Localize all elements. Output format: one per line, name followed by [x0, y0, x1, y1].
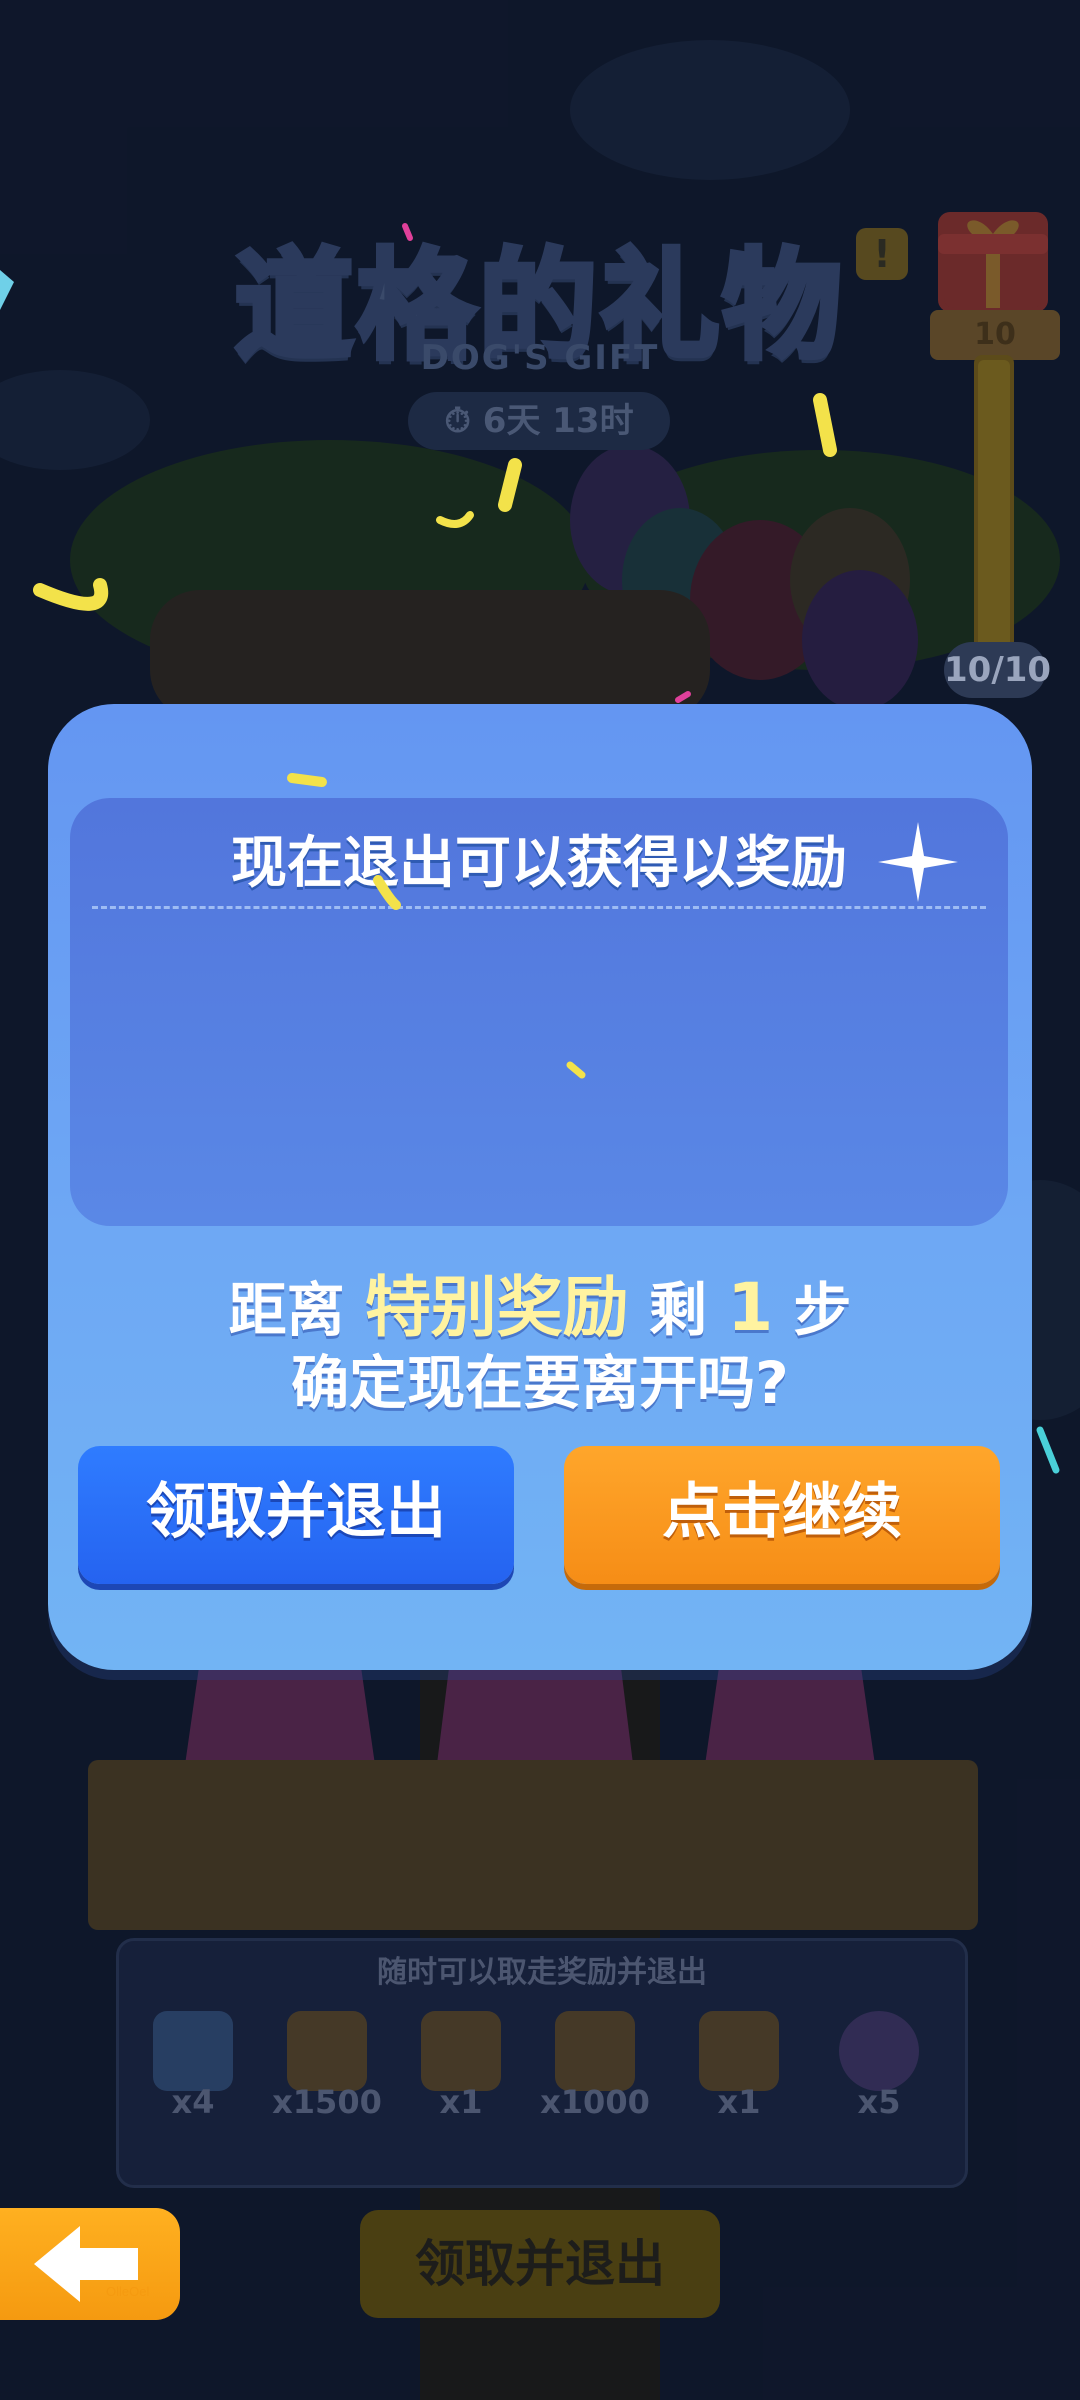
item-count: x5	[857, 2083, 901, 2121]
special-reward-label: 特别奖励	[364, 1269, 629, 1346]
steps-count: 1	[727, 1269, 774, 1346]
item-count: x1000	[540, 2083, 650, 2121]
item-count: x4	[171, 2083, 215, 2121]
heart-key-icon	[699, 2011, 779, 2091]
reward-divider	[92, 906, 986, 909]
sparkle-icon	[878, 822, 958, 902]
blue-key-icon	[153, 2011, 233, 2091]
gift-count: 10	[930, 310, 1060, 360]
back-caption: OlleOel	[106, 2284, 149, 2299]
message-prefix: 距离	[228, 1276, 345, 1344]
bottom-claim-button[interactable]: 领取并退出	[360, 2210, 720, 2318]
confirm-question: 确定现在要离开吗?	[291, 1349, 789, 1417]
inventory-item: x1500	[267, 2011, 387, 2131]
gift-box-icon[interactable]	[938, 212, 1048, 312]
exit-confirm-dialog: 现在退出可以获得以奖励 距离 特别奖励 剩 1 步 确定现在要离开吗? 领取并退…	[48, 704, 1032, 1670]
inventory-item: x1	[679, 2011, 799, 2131]
item-count: x1500	[272, 2083, 382, 2121]
item-count: x1	[717, 2083, 761, 2121]
timer-text: 6天 13时	[482, 401, 634, 441]
claim-and-exit-button[interactable]: 领取并退出	[78, 1446, 514, 1584]
back-arrow-icon: OlleOel	[34, 2226, 149, 2302]
progress-label: 10/10	[944, 642, 1051, 698]
event-timer: ⏱ 6天 13时	[408, 392, 670, 450]
back-button[interactable]: OlleOel	[0, 2208, 180, 2320]
money-bag-icon	[555, 2011, 635, 2091]
purple-token-icon	[839, 2011, 919, 2091]
map-key-icon	[421, 2011, 501, 2091]
game-subtitle: DOG'S GIFT	[420, 338, 660, 378]
message-suffix: 步	[793, 1276, 852, 1344]
reward-heading: 现在退出可以获得以奖励	[231, 831, 847, 896]
continue-button[interactable]: 点击继续	[564, 1446, 1000, 1584]
wooden-table	[88, 1760, 978, 1930]
item-count: x1	[439, 2083, 483, 2121]
stopwatch-icon: ⏱	[444, 401, 471, 441]
inventory-item: x1000	[535, 2011, 655, 2131]
message-middle: 剩	[649, 1276, 708, 1344]
money-bag-icon	[287, 2011, 367, 2091]
inventory-item: x4	[133, 2011, 253, 2131]
reward-panel: 现在退出可以获得以奖励	[70, 798, 1008, 1226]
info-icon[interactable]: !	[856, 228, 908, 280]
inventory-item: x1	[401, 2011, 521, 2131]
progress-fill	[978, 360, 1010, 665]
reward-inventory: 随时可以取走奖励并退出 x4 x1500 x1 x1000 x1 x5	[116, 1938, 968, 2188]
inventory-title: 随时可以取走奖励并退出	[377, 1955, 707, 1990]
inventory-item: x5	[819, 2011, 939, 2131]
